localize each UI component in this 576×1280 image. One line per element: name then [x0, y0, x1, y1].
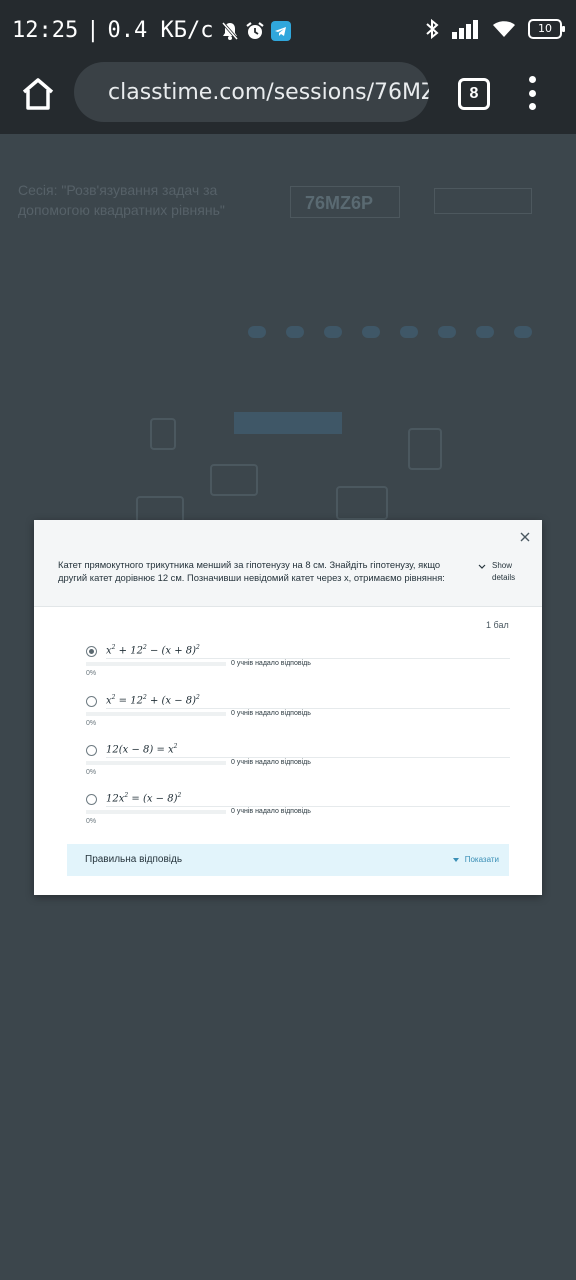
response-percent: 0% — [86, 670, 97, 677]
show-correct-answer-button[interactable]: Показати — [452, 855, 499, 864]
show-details-button[interactable]: Show details — [478, 560, 522, 584]
answer-formula: 12x2 = (x − 8)2 — [106, 792, 182, 805]
question-results-modal: Катет прямокутного трикутника менший за … — [34, 520, 542, 895]
separator: | — [86, 18, 100, 43]
radio-button[interactable] — [86, 794, 97, 805]
question-text: Катет прямокутного трикутника менший за … — [58, 559, 445, 583]
background-illustration — [150, 418, 176, 450]
status-left: 12:25 | 0.4 КБ/с — [12, 18, 292, 43]
url-text: classtime.com/sessions/76MZ — [108, 79, 429, 105]
browser-toolbar: classtime.com/sessions/76MZ 8 — [0, 62, 576, 134]
overflow-menu-icon[interactable] — [526, 76, 538, 110]
telegram-icon — [271, 20, 292, 41]
divider — [106, 806, 510, 807]
answer-formula: 12(x − 8) = x2 — [106, 743, 178, 756]
correct-answer-panel: Правильна відповідь Показати — [67, 844, 509, 876]
signal-icon — [452, 20, 478, 39]
wifi-icon — [493, 21, 515, 37]
status-bar: 12:25 | 0.4 КБ/с 10 — [0, 0, 576, 62]
response-percent: 0% — [86, 769, 97, 776]
response-progress-bar — [86, 761, 226, 765]
address-field[interactable]: classtime.com/sessions/76MZ — [74, 62, 429, 122]
background-toggle — [362, 326, 380, 338]
background-toggle — [286, 326, 304, 338]
alarm-icon — [246, 21, 265, 39]
answer-formula: x2 + 122 − (x + 8)2 — [106, 644, 200, 657]
divider — [106, 658, 510, 659]
background-toggle — [324, 326, 342, 338]
background-illustration — [210, 464, 258, 496]
response-count: 0 учнів надало відповідь — [231, 660, 311, 667]
response-percent: 0% — [86, 720, 97, 727]
tab-switcher-button[interactable]: 8 — [458, 78, 490, 110]
answer-option: x2 + 122 − (x + 8)2 0 учнів надало відпо… — [86, 644, 510, 684]
radio-button[interactable] — [86, 745, 97, 756]
bluetooth-icon — [426, 18, 439, 40]
session-title: Сесія: "Розв'язування задач за допомогою… — [18, 182, 225, 218]
status-icons-left — [221, 20, 292, 41]
background-primary-button — [234, 412, 342, 434]
clock: 12:25 — [12, 18, 79, 43]
caret-down-icon — [452, 857, 459, 862]
background-toggle — [400, 326, 418, 338]
show-details-label: Show details — [492, 561, 516, 582]
battery-icon: 10 — [528, 19, 565, 39]
chevron-down-icon — [478, 564, 486, 569]
background-toggle — [438, 326, 456, 338]
correct-answer-label: Правильна відповідь — [85, 854, 183, 865]
points-label: 1 бал — [486, 620, 509, 630]
response-percent: 0% — [86, 818, 97, 825]
background-toggle — [476, 326, 494, 338]
divider — [106, 757, 510, 758]
answer-option: 12(x − 8) = x2 0 учнів надало відповідь … — [86, 743, 510, 783]
divider — [106, 708, 510, 709]
home-icon[interactable] — [18, 74, 58, 114]
background-button — [434, 188, 532, 214]
response-progress-bar — [86, 662, 226, 666]
response-progress-bar — [86, 712, 226, 716]
response-count: 0 учнів надало відповідь — [231, 710, 311, 717]
background-illustration — [336, 486, 388, 520]
session-code: 76MZ6P — [290, 186, 400, 218]
status-right: 10 — [424, 18, 565, 40]
radio-button[interactable] — [86, 696, 97, 707]
network-speed: 0.4 КБ/с — [107, 18, 214, 43]
response-count: 0 учнів надало відповідь — [231, 808, 311, 815]
show-label: Показати — [464, 855, 499, 864]
bell-muted-icon — [222, 21, 239, 40]
answer-option: 12x2 = (x − 8)2 0 учнів надало відповідь… — [86, 792, 510, 832]
modal-header: Катет прямокутного трикутника менший за … — [34, 520, 542, 607]
background-illustration — [408, 428, 442, 470]
answer-formula: x2 = 122 + (x − 8)2 — [106, 694, 200, 707]
background-toggle — [514, 326, 532, 338]
response-count: 0 учнів надало відповідь — [231, 759, 311, 766]
radio-button[interactable] — [86, 646, 97, 657]
background-toggle — [248, 326, 266, 338]
close-icon[interactable] — [518, 530, 532, 544]
answer-option: x2 = 122 + (x − 8)2 0 учнів надало відпо… — [86, 694, 510, 734]
response-progress-bar — [86, 810, 226, 814]
